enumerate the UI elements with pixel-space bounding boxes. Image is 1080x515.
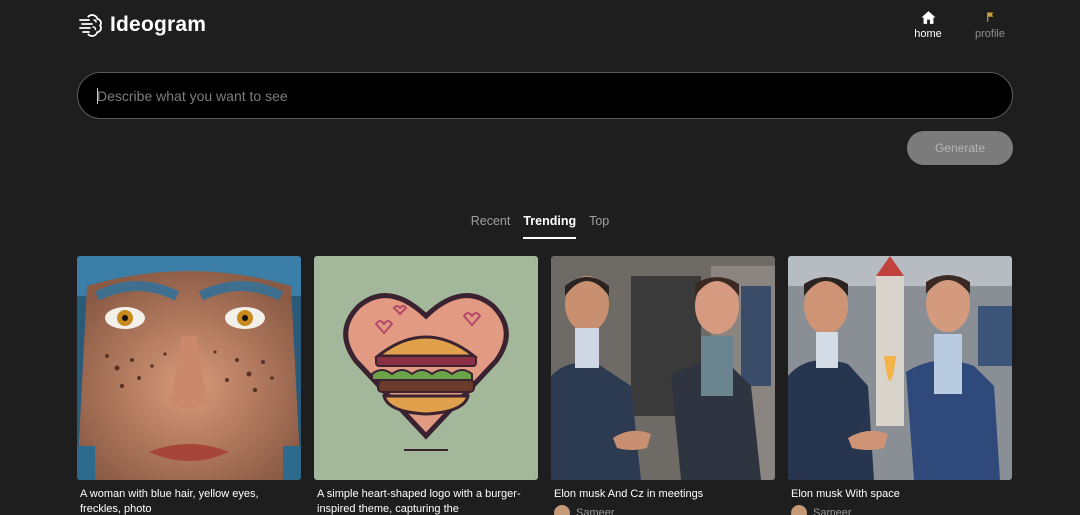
prompt-search-bar <box>77 72 1013 119</box>
nav-home-label: home <box>914 28 942 40</box>
image-card[interactable]: A woman with blue hair, yellow eyes, fre… <box>77 256 301 515</box>
image-card[interactable]: A simple heart-shaped logo with a burger… <box>314 256 538 515</box>
meeting-handshake-image <box>551 256 775 480</box>
card-thumbnail[interactable] <box>314 256 538 480</box>
card-caption: Elon musk And Cz in meetings <box>554 488 704 500</box>
brain-logo-icon <box>79 14 102 37</box>
tab-recent[interactable]: Recent <box>471 214 511 239</box>
woman-portrait-image <box>77 256 301 480</box>
home-icon <box>920 11 936 24</box>
tab-top[interactable]: Top <box>589 214 609 239</box>
tab-trending[interactable]: Trending <box>523 214 577 239</box>
card-caption: A simple heart-shaped logo with a burger… <box>317 488 521 515</box>
avatar <box>791 505 807 515</box>
nav-profile[interactable]: profile <box>970 9 1010 40</box>
flag-icon <box>986 12 993 22</box>
card-caption: A woman with blue hair, yellow eyes, fre… <box>80 488 259 515</box>
app-name: Ideogram <box>110 13 207 36</box>
prompt-input[interactable] <box>97 87 1012 104</box>
card-author[interactable]: Sameer <box>788 505 1012 515</box>
image-card[interactable]: Elon musk With space Sameer <box>788 256 1012 515</box>
image-card[interactable]: Elon musk And Cz in meetings Sameer <box>551 256 775 515</box>
card-thumbnail[interactable] <box>551 256 775 480</box>
card-author[interactable]: Sameer <box>551 505 775 515</box>
top-nav: home profile <box>908 9 1010 40</box>
author-name: Sameer <box>576 507 615 515</box>
card-caption: Elon musk With space <box>791 488 900 500</box>
nav-home[interactable]: home <box>908 9 948 40</box>
card-thumbnail[interactable] <box>788 256 1012 480</box>
avatar <box>554 505 570 515</box>
card-thumbnail[interactable] <box>77 256 301 480</box>
nav-profile-label: profile <box>975 28 1005 40</box>
app-logo[interactable]: Ideogram <box>78 12 206 38</box>
generate-button[interactable]: Generate <box>907 131 1013 165</box>
space-handshake-image <box>788 256 1012 480</box>
author-name: Sameer <box>813 507 852 515</box>
image-grid: A woman with blue hair, yellow eyes, fre… <box>77 256 1012 515</box>
heart-burger-logo-image <box>314 256 538 480</box>
feed-tabs: Recent Trending Top <box>0 214 1080 239</box>
